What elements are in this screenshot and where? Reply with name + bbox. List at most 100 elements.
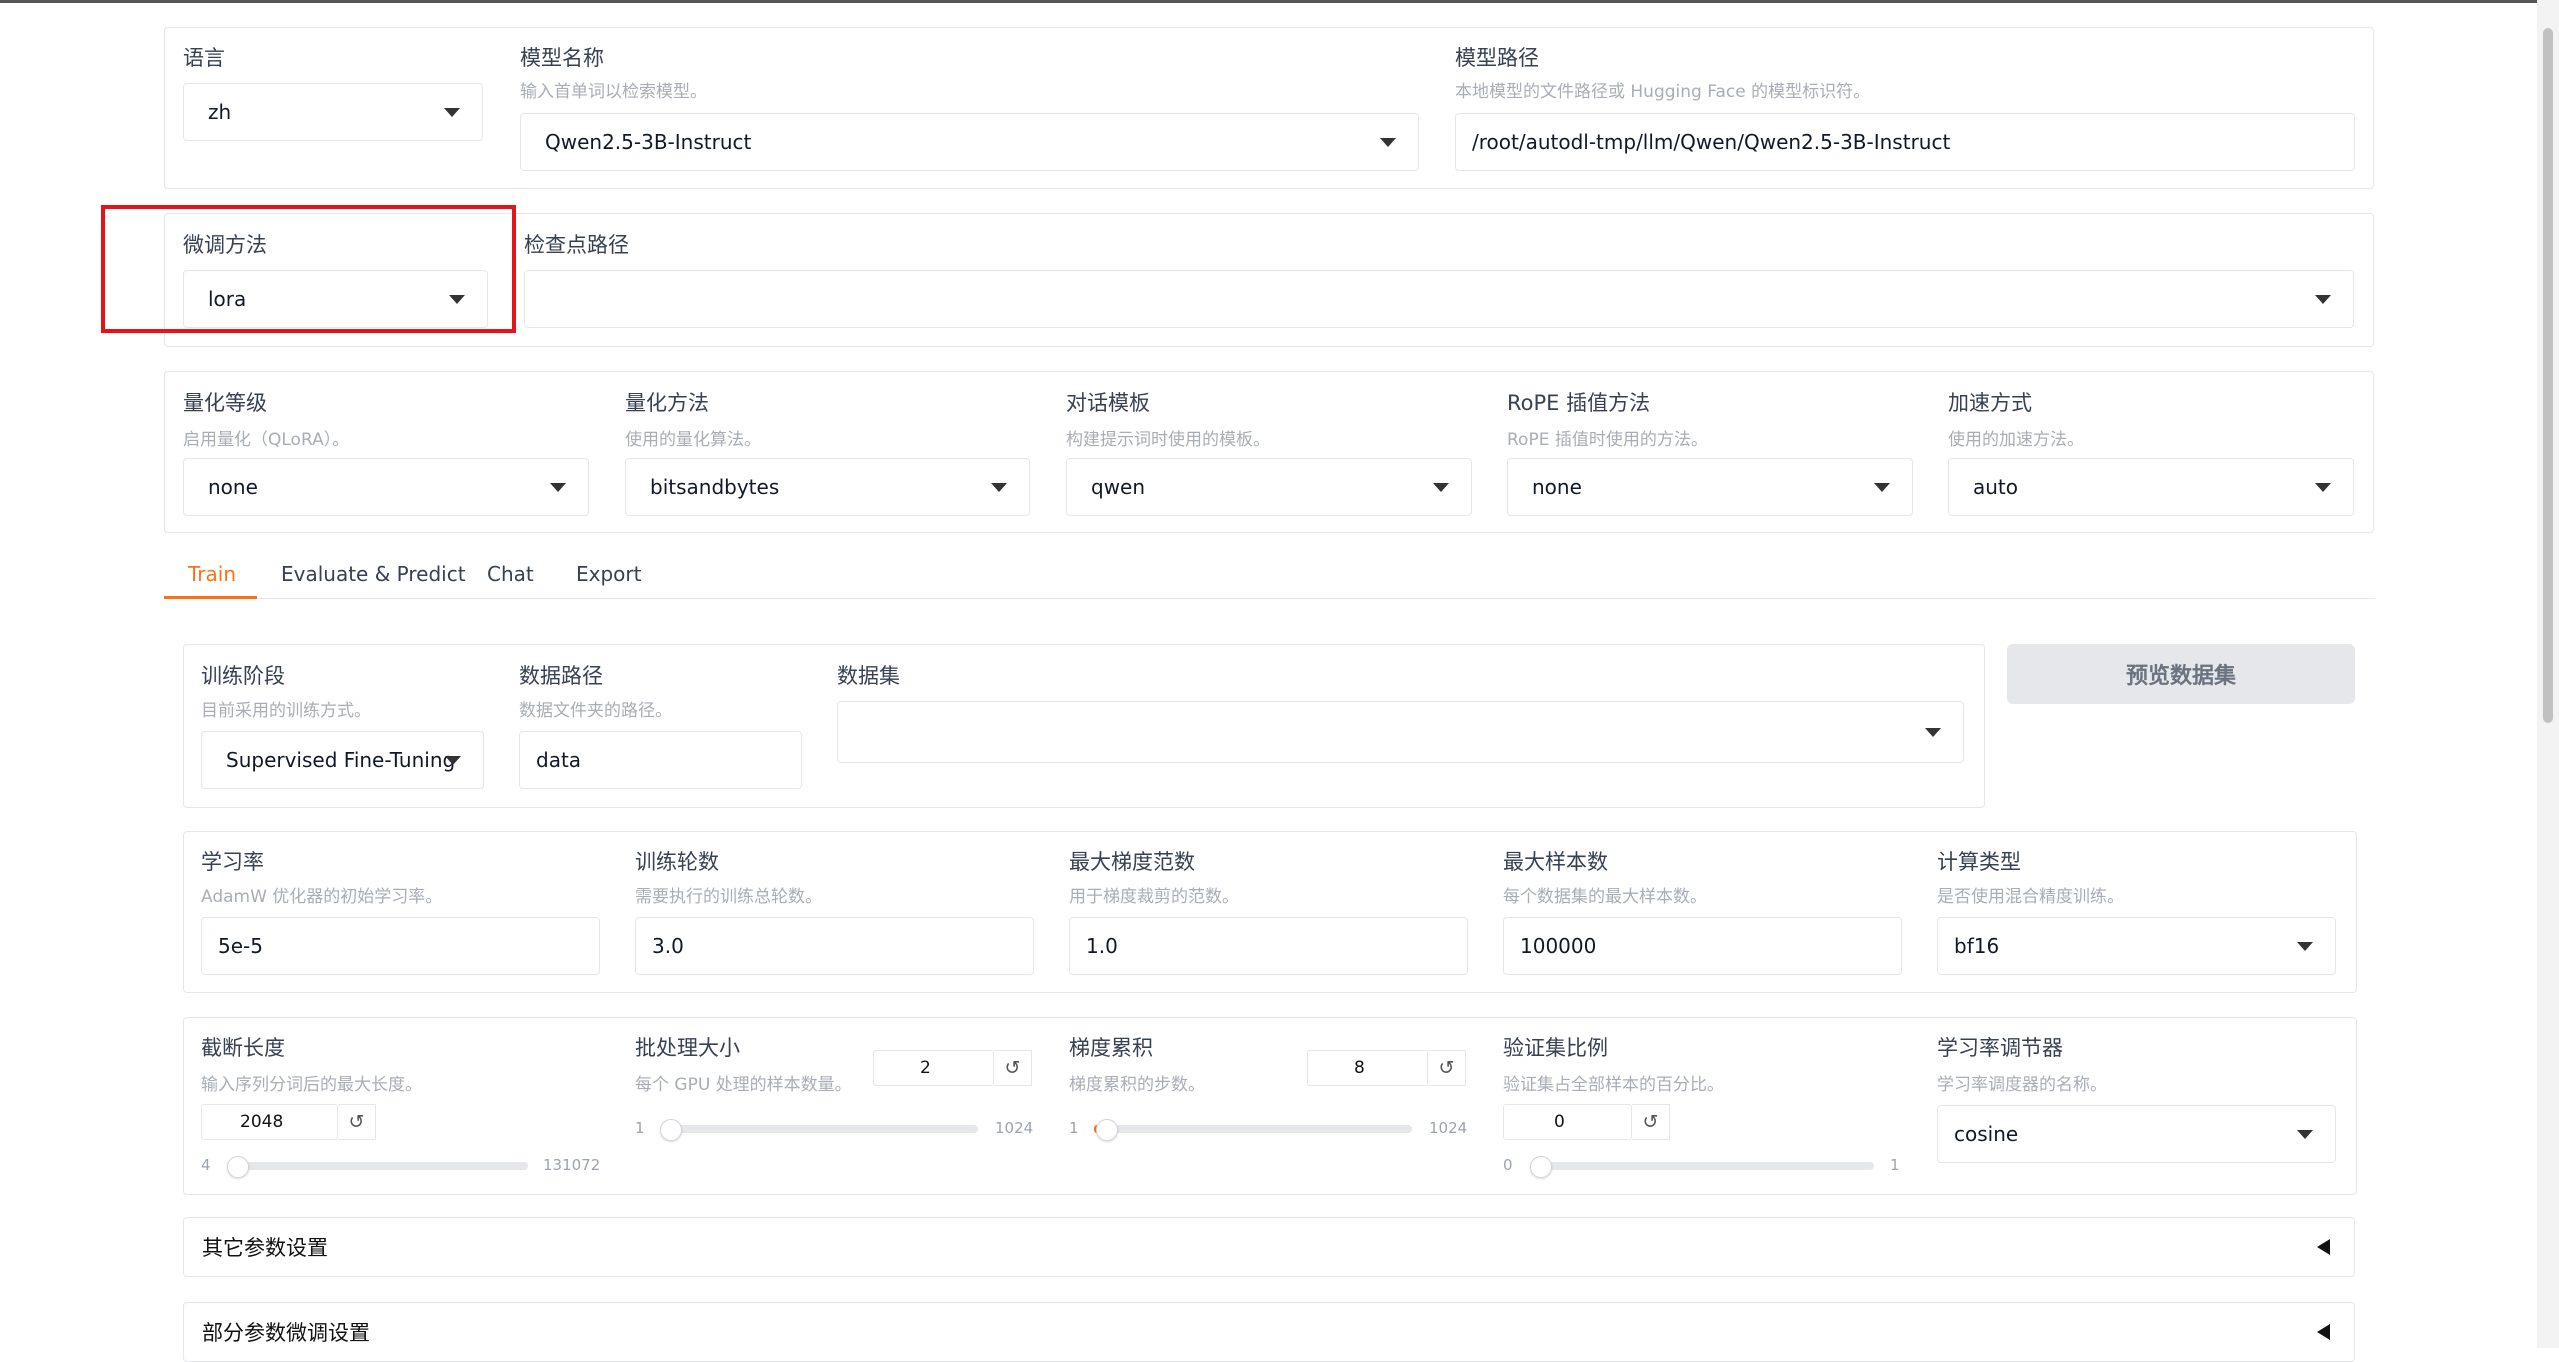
tab-active-indicator	[164, 596, 257, 599]
quant-method-info: 使用的量化算法。	[625, 430, 761, 450]
dataset-dir-value: data	[536, 748, 582, 772]
batch-size-info: 每个 GPU 处理的样本数量。	[635, 1075, 852, 1095]
booster-info: 使用的加速方法。	[1948, 430, 2084, 450]
freeze-settings-accordion[interactable]: 部分参数微调设置	[183, 1302, 2355, 1362]
dataset-dir-info: 数据文件夹的路径。	[519, 701, 672, 721]
extra-settings-title: 其它参数设置	[202, 1236, 328, 1260]
booster-value: auto	[1973, 475, 2019, 499]
scrollbar-thumb[interactable]	[2543, 28, 2553, 723]
batch-size-label: 批处理大小	[635, 1036, 740, 1060]
rope-info: RoPE 插值时使用的方法。	[1507, 430, 1708, 450]
batch-size-number[interactable]: 2	[873, 1050, 994, 1086]
chevron-down-icon	[1874, 483, 1890, 492]
compute-type-dropdown[interactable]: bf16	[1937, 917, 2336, 975]
checkpoint-label: 检查点路径	[524, 233, 629, 257]
cutoff-len-slider[interactable]	[228, 1162, 528, 1170]
max-samples-input[interactable]: 100000	[1503, 917, 1902, 975]
stage-value: Supervised Fine-Tuning	[226, 748, 456, 772]
quant-bit-label: 量化等级	[183, 391, 267, 415]
quant-method-label: 量化方法	[625, 391, 709, 415]
reset-icon[interactable]: ↺	[994, 1050, 1032, 1086]
grad-accum-min: 1	[1069, 1119, 1079, 1137]
val-size-max: 1	[1890, 1156, 1900, 1174]
reset-icon[interactable]: ↺	[1632, 1104, 1670, 1140]
dataset-dir-input[interactable]: data	[519, 731, 802, 789]
rope-dropdown[interactable]: none	[1507, 458, 1913, 516]
language-value: zh	[208, 100, 232, 124]
preview-dataset-button[interactable]: 预览数据集	[2007, 644, 2355, 704]
highlight-annotation	[101, 205, 516, 333]
max-grad-norm-info: 用于梯度裁剪的范数。	[1069, 887, 1239, 907]
template-label: 对话模板	[1066, 391, 1150, 415]
chevron-down-icon	[445, 756, 461, 765]
model-path-info: 本地模型的文件路径或 Hugging Face 的模型标识符。	[1455, 82, 1871, 102]
chevron-down-icon	[444, 108, 460, 117]
booster-dropdown[interactable]: auto	[1948, 458, 2354, 516]
grad-accum-slider-thumb[interactable]	[1096, 1119, 1118, 1141]
batch-size-value: 2	[920, 1058, 931, 1078]
chevron-down-icon	[2297, 1130, 2313, 1139]
extra-settings-accordion[interactable]: 其它参数设置	[183, 1217, 2355, 1277]
collapse-arrow-icon	[2317, 1324, 2330, 1340]
batch-size-slider[interactable]	[660, 1125, 978, 1133]
max-samples-value: 100000	[1520, 934, 1597, 958]
tab-export[interactable]: Export	[576, 562, 641, 586]
template-dropdown[interactable]: qwen	[1066, 458, 1472, 516]
val-size-number[interactable]: 0	[1503, 1104, 1632, 1140]
learning-rate-label: 学习率	[201, 850, 264, 874]
learning-rate-info: AdamW 优化器的初始学习率。	[201, 887, 443, 907]
model-path-input[interactable]: /root/autodl-tmp/llm/Qwen/Qwen2.5-3B-Ins…	[1455, 113, 2355, 171]
tab-train[interactable]: Train	[188, 562, 236, 586]
template-info: 构建提示词时使用的模板。	[1066, 430, 1270, 450]
model-name-dropdown[interactable]: Qwen2.5-3B-Instruct	[520, 113, 1419, 171]
learning-rate-input[interactable]: 5e-5	[201, 917, 600, 975]
epochs-input[interactable]: 3.0	[635, 917, 1034, 975]
stage-label: 训练阶段	[201, 664, 285, 688]
chevron-down-icon	[2315, 483, 2331, 492]
stage-info: 目前采用的训练方式。	[201, 701, 371, 721]
max-grad-norm-label: 最大梯度范数	[1069, 850, 1195, 874]
quant-method-dropdown[interactable]: bitsandbytes	[625, 458, 1030, 516]
model-path-label: 模型路径	[1455, 46, 1539, 70]
epochs-value: 3.0	[652, 934, 684, 958]
cutoff-len-slider-thumb[interactable]	[227, 1156, 249, 1178]
rope-label: RoPE 插值方法	[1507, 391, 1651, 415]
collapse-arrow-icon	[2317, 1239, 2330, 1255]
val-size-info: 验证集占全部样本的百分比。	[1503, 1075, 1724, 1095]
quant-bit-value: none	[208, 475, 258, 499]
lr-scheduler-value: cosine	[1954, 1122, 2019, 1146]
chevron-down-icon	[1380, 138, 1396, 147]
grad-accum-number[interactable]: 8	[1307, 1050, 1428, 1086]
cutoff-len-max: 131072	[543, 1156, 601, 1174]
cutoff-len-number[interactable]: 2048	[201, 1104, 338, 1140]
checkpoint-dropdown[interactable]	[524, 270, 2354, 328]
max-grad-norm-input[interactable]: 1.0	[1069, 917, 1468, 975]
max-grad-norm-value: 1.0	[1086, 934, 1118, 958]
val-size-slider-thumb[interactable]	[1530, 1156, 1552, 1178]
reset-icon[interactable]: ↺	[1428, 1050, 1466, 1086]
quant-bit-dropdown[interactable]: none	[183, 458, 589, 516]
dataset-dropdown[interactable]	[837, 701, 1964, 763]
val-size-slider[interactable]	[1530, 1162, 1874, 1170]
chevron-down-icon	[1433, 483, 1449, 492]
reset-icon[interactable]: ↺	[338, 1104, 376, 1140]
language-label: 语言	[183, 46, 225, 70]
grad-accum-slider[interactable]	[1094, 1125, 1412, 1133]
quant-method-value: bitsandbytes	[650, 475, 780, 499]
compute-type-value: bf16	[1954, 934, 2000, 958]
language-dropdown[interactable]: zh	[183, 83, 483, 141]
tab-evaluate-predict[interactable]: Evaluate & Predict	[281, 562, 466, 586]
grad-accum-label: 梯度累积	[1069, 1036, 1153, 1060]
lr-scheduler-dropdown[interactable]: cosine	[1937, 1105, 2336, 1163]
tab-chat[interactable]: Chat	[487, 562, 534, 586]
cutoff-len-value: 2048	[240, 1112, 284, 1132]
compute-type-info: 是否使用混合精度训练。	[1937, 887, 2124, 907]
grad-accum-value: 8	[1354, 1058, 1365, 1078]
booster-label: 加速方式	[1948, 391, 2032, 415]
chevron-down-icon	[991, 483, 1007, 492]
top-border	[0, 0, 2559, 3]
stage-dropdown[interactable]: Supervised Fine-Tuning	[201, 731, 484, 789]
lr-scheduler-info: 学习率调度器的名称。	[1937, 1075, 2107, 1095]
lr-scheduler-label: 学习率调节器	[1937, 1036, 2063, 1060]
batch-size-slider-thumb[interactable]	[660, 1119, 682, 1141]
